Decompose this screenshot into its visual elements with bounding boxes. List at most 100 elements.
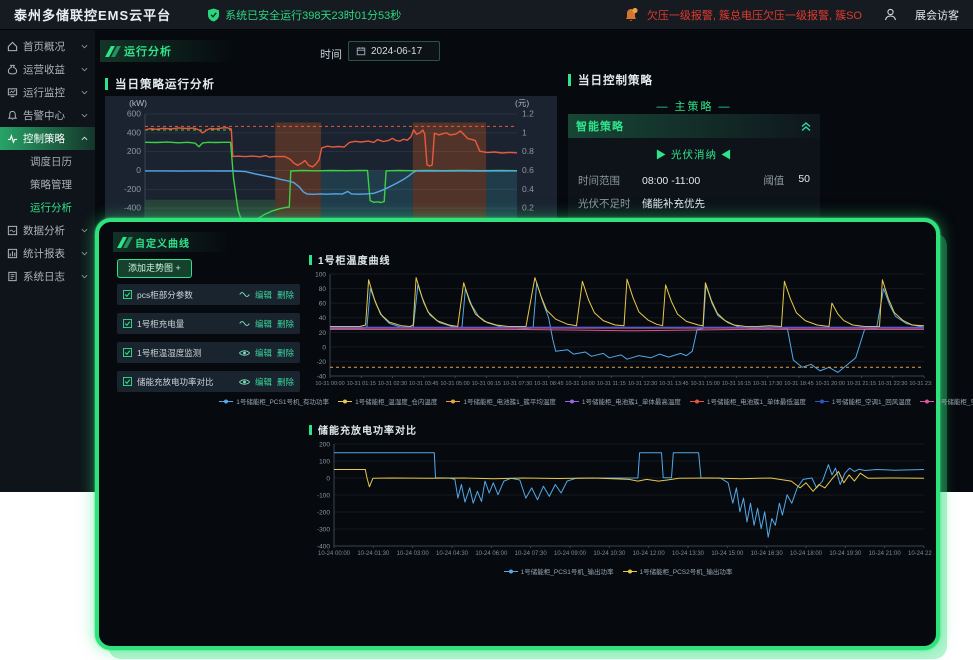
mode-label: ▶ 光伏消纳 ◀ — [568, 147, 820, 162]
delete-button[interactable]: 删除 — [277, 376, 294, 388]
legend-item[interactable]: 1号储能柜_PCS2号机_输出功率 — [623, 566, 733, 576]
svg-text:10-24 12:00: 10-24 12:00 — [633, 551, 666, 557]
delete-button[interactable]: 删除 — [277, 318, 294, 330]
svg-text:40: 40 — [319, 315, 327, 322]
legend-item[interactable]: 1号储能柜_电池簇1_单体最高温度 — [565, 396, 681, 406]
svg-text:10-31 10:00: 10-31 10:00 — [565, 381, 594, 387]
sidebar-item-revenue[interactable]: 运营收益 — [0, 58, 95, 81]
alarm-marquee[interactable]: 欠压一级报警, 簇总电压欠压一级报警, 簇SO — [647, 7, 862, 23]
date-picker[interactable]: 2024-06-17 — [348, 41, 440, 61]
legend-item[interactable]: 1号储能柜_PCS1号机_输出功率 — [504, 566, 614, 576]
svg-text:-200: -200 — [124, 184, 141, 194]
svg-text:10-31 22:30: 10-31 22:30 — [878, 381, 907, 387]
svg-text:10-31 00:00: 10-31 00:00 — [315, 381, 344, 387]
collapse-double-chevron-up-icon[interactable] — [800, 121, 812, 132]
svg-text:10-31 01:15: 10-31 01:15 — [347, 381, 376, 387]
user-name[interactable]: 展会访客 — [915, 7, 959, 23]
sidebar-item-reports[interactable]: 统计报表 — [0, 242, 95, 265]
chevron-down-icon — [81, 251, 88, 256]
curve-item-temp-humidity[interactable]: 1号柜温湿度监测 编辑 删除 — [117, 342, 300, 363]
svg-text:10-24 09:00: 10-24 09:00 — [554, 551, 587, 557]
chevron-down-icon — [81, 44, 88, 49]
delete-button[interactable]: 删除 — [277, 347, 294, 359]
checkbox-checked-icon[interactable] — [123, 319, 132, 328]
sidebar-item-system-log[interactable]: 系统日志 — [0, 265, 95, 288]
svg-text:-200: -200 — [317, 510, 330, 517]
svg-text:10-31 11:15: 10-31 11:15 — [597, 381, 626, 387]
strategy-row: 光伏不足时 储能补充优先 — [568, 192, 820, 215]
checkbox-checked-icon[interactable] — [123, 290, 132, 299]
svg-text:600: 600 — [127, 109, 141, 119]
sidebar-item-home[interactable]: 首页概况 — [0, 35, 95, 58]
svg-text:0.2: 0.2 — [522, 203, 534, 213]
legend-item[interactable]: 1号储能柜_空调1_回风温度 — [815, 396, 911, 406]
user-icon[interactable] — [884, 8, 897, 21]
svg-text:10-31 15:00: 10-31 15:00 — [690, 381, 719, 387]
svg-text:400: 400 — [127, 127, 141, 137]
svg-text:-100: -100 — [317, 493, 330, 500]
svg-text:10-31 05:00: 10-31 05:00 — [440, 381, 469, 387]
svg-text:100: 100 — [315, 272, 326, 279]
sidebar-item-alerts[interactable]: 告警中心 — [0, 104, 95, 127]
svg-text:0.6: 0.6 — [522, 165, 534, 175]
svg-text:10-31 13:45: 10-31 13:45 — [659, 381, 688, 387]
svg-text:100: 100 — [319, 459, 330, 466]
safe-run-text: 系统已安全运行398天23时01分53秒 — [225, 7, 401, 23]
delete-button[interactable]: 删除 — [277, 289, 294, 301]
edit-button[interactable]: 编辑 — [255, 289, 272, 301]
chart1-title: 1号柜温度曲线 — [309, 252, 391, 267]
legend-item[interactable]: 1号储能柜_电池簇1_单体最低温度 — [690, 396, 806, 406]
power-compare-chart[interactable]: 2001000-100-200-300-40010-24 00:0010-24 … — [304, 438, 932, 562]
legend-item[interactable]: 1号储能柜_电池簇1_簇平均温度 — [446, 396, 555, 406]
curve-item-pcs-params[interactable]: pcs柜部分参数 编辑 删除 — [117, 284, 300, 305]
legend-item[interactable]: 1号储能柜_温湿度_仓内温度 — [338, 396, 437, 406]
sidebar-item-monitor[interactable]: 运行监控 — [0, 81, 95, 104]
svg-text:10-24 04:30: 10-24 04:30 — [436, 551, 469, 557]
tab-custom-curve[interactable]: 自定义曲线 — [113, 232, 253, 252]
svg-text:10-24 18:00: 10-24 18:00 — [790, 551, 823, 557]
chart2-title: 储能充放电功率对比 — [309, 422, 417, 437]
title-bar-accent — [309, 425, 312, 435]
title-bar-accent — [105, 78, 108, 90]
chevron-down-icon — [81, 228, 88, 233]
bell-icon — [7, 110, 18, 121]
sidebar-item-run-analysis[interactable]: 运行分析 — [0, 196, 95, 219]
svg-text:10-24 01:30: 10-24 01:30 — [357, 551, 390, 557]
curve-item-charge-energy[interactable]: 1号柜充电量 编辑 删除 — [117, 313, 300, 334]
legend-item[interactable]: 1号储能柜_空调1_设定温度 — [920, 396, 973, 406]
svg-text:10-24 13:30: 10-24 13:30 — [672, 551, 705, 557]
svg-text:-40: -40 — [317, 374, 327, 381]
svg-text:10-31 17:30: 10-31 17:30 — [753, 381, 782, 387]
money-bag-icon — [7, 64, 18, 75]
svg-text:10-24 03:00: 10-24 03:00 — [397, 551, 430, 557]
edit-button[interactable]: 编辑 — [255, 347, 272, 359]
sidebar-item-dispatch-calendar[interactable]: 调度日历 — [0, 150, 95, 173]
svg-text:200: 200 — [319, 442, 330, 449]
add-trend-chart-button[interactable]: 添加走势图 + — [117, 259, 192, 278]
temperature-chart[interactable]: 100806040200-20-4010-31 00:0010-31 01:15… — [304, 268, 932, 392]
sidebar-item-control-strategy[interactable]: 控制策略 — [0, 127, 95, 150]
edit-button[interactable]: 编辑 — [255, 318, 272, 330]
curve-item-power-compare[interactable]: 储能充放电功率对比 编辑 删除 — [117, 371, 300, 392]
svg-text:1: 1 — [522, 127, 527, 137]
strategy-chart[interactable]: 6001.240012000.800.6-2000.4-4000.2-6000(… — [105, 96, 557, 233]
edit-button[interactable]: 编辑 — [255, 376, 272, 388]
alarm-bell-icon[interactable] — [623, 7, 639, 23]
log-file-icon — [7, 271, 18, 282]
page: 泰州多储联控EMS云平台 系统已安全运行398天23时01分53秒 欠压一级报警… — [0, 0, 973, 660]
smart-strategy-header[interactable]: 智能策略 — [568, 114, 820, 138]
tab-run-analysis[interactable]: 运行分析 — [100, 40, 260, 62]
sidebar: 首页概况 运营收益 运行监控 告警中心 控制策略 — [0, 30, 95, 492]
svg-text:0: 0 — [322, 344, 326, 351]
legend-item[interactable]: 1号储能柜_PCS1号机_有功功率 — [219, 396, 329, 406]
custom-curve-dialog: 自定义曲线 添加走势图 + pcs柜部分参数 编辑 删除 1号柜充电量 编辑 删… — [95, 218, 940, 650]
app-title: 泰州多储联控EMS云平台 — [14, 5, 171, 24]
svg-text:(元): (元) — [515, 98, 529, 108]
main-strategy-label: — 主策略 — — [568, 98, 820, 114]
line-icon — [239, 291, 250, 298]
sidebar-item-strategy-mgmt[interactable]: 策略管理 — [0, 173, 95, 196]
checkbox-checked-icon[interactable] — [123, 348, 132, 357]
sidebar-item-data-analysis[interactable]: 数据分析 — [0, 219, 95, 242]
checkbox-checked-icon[interactable] — [123, 377, 132, 386]
svg-text:10-31 06:15: 10-31 06:15 — [472, 381, 501, 387]
